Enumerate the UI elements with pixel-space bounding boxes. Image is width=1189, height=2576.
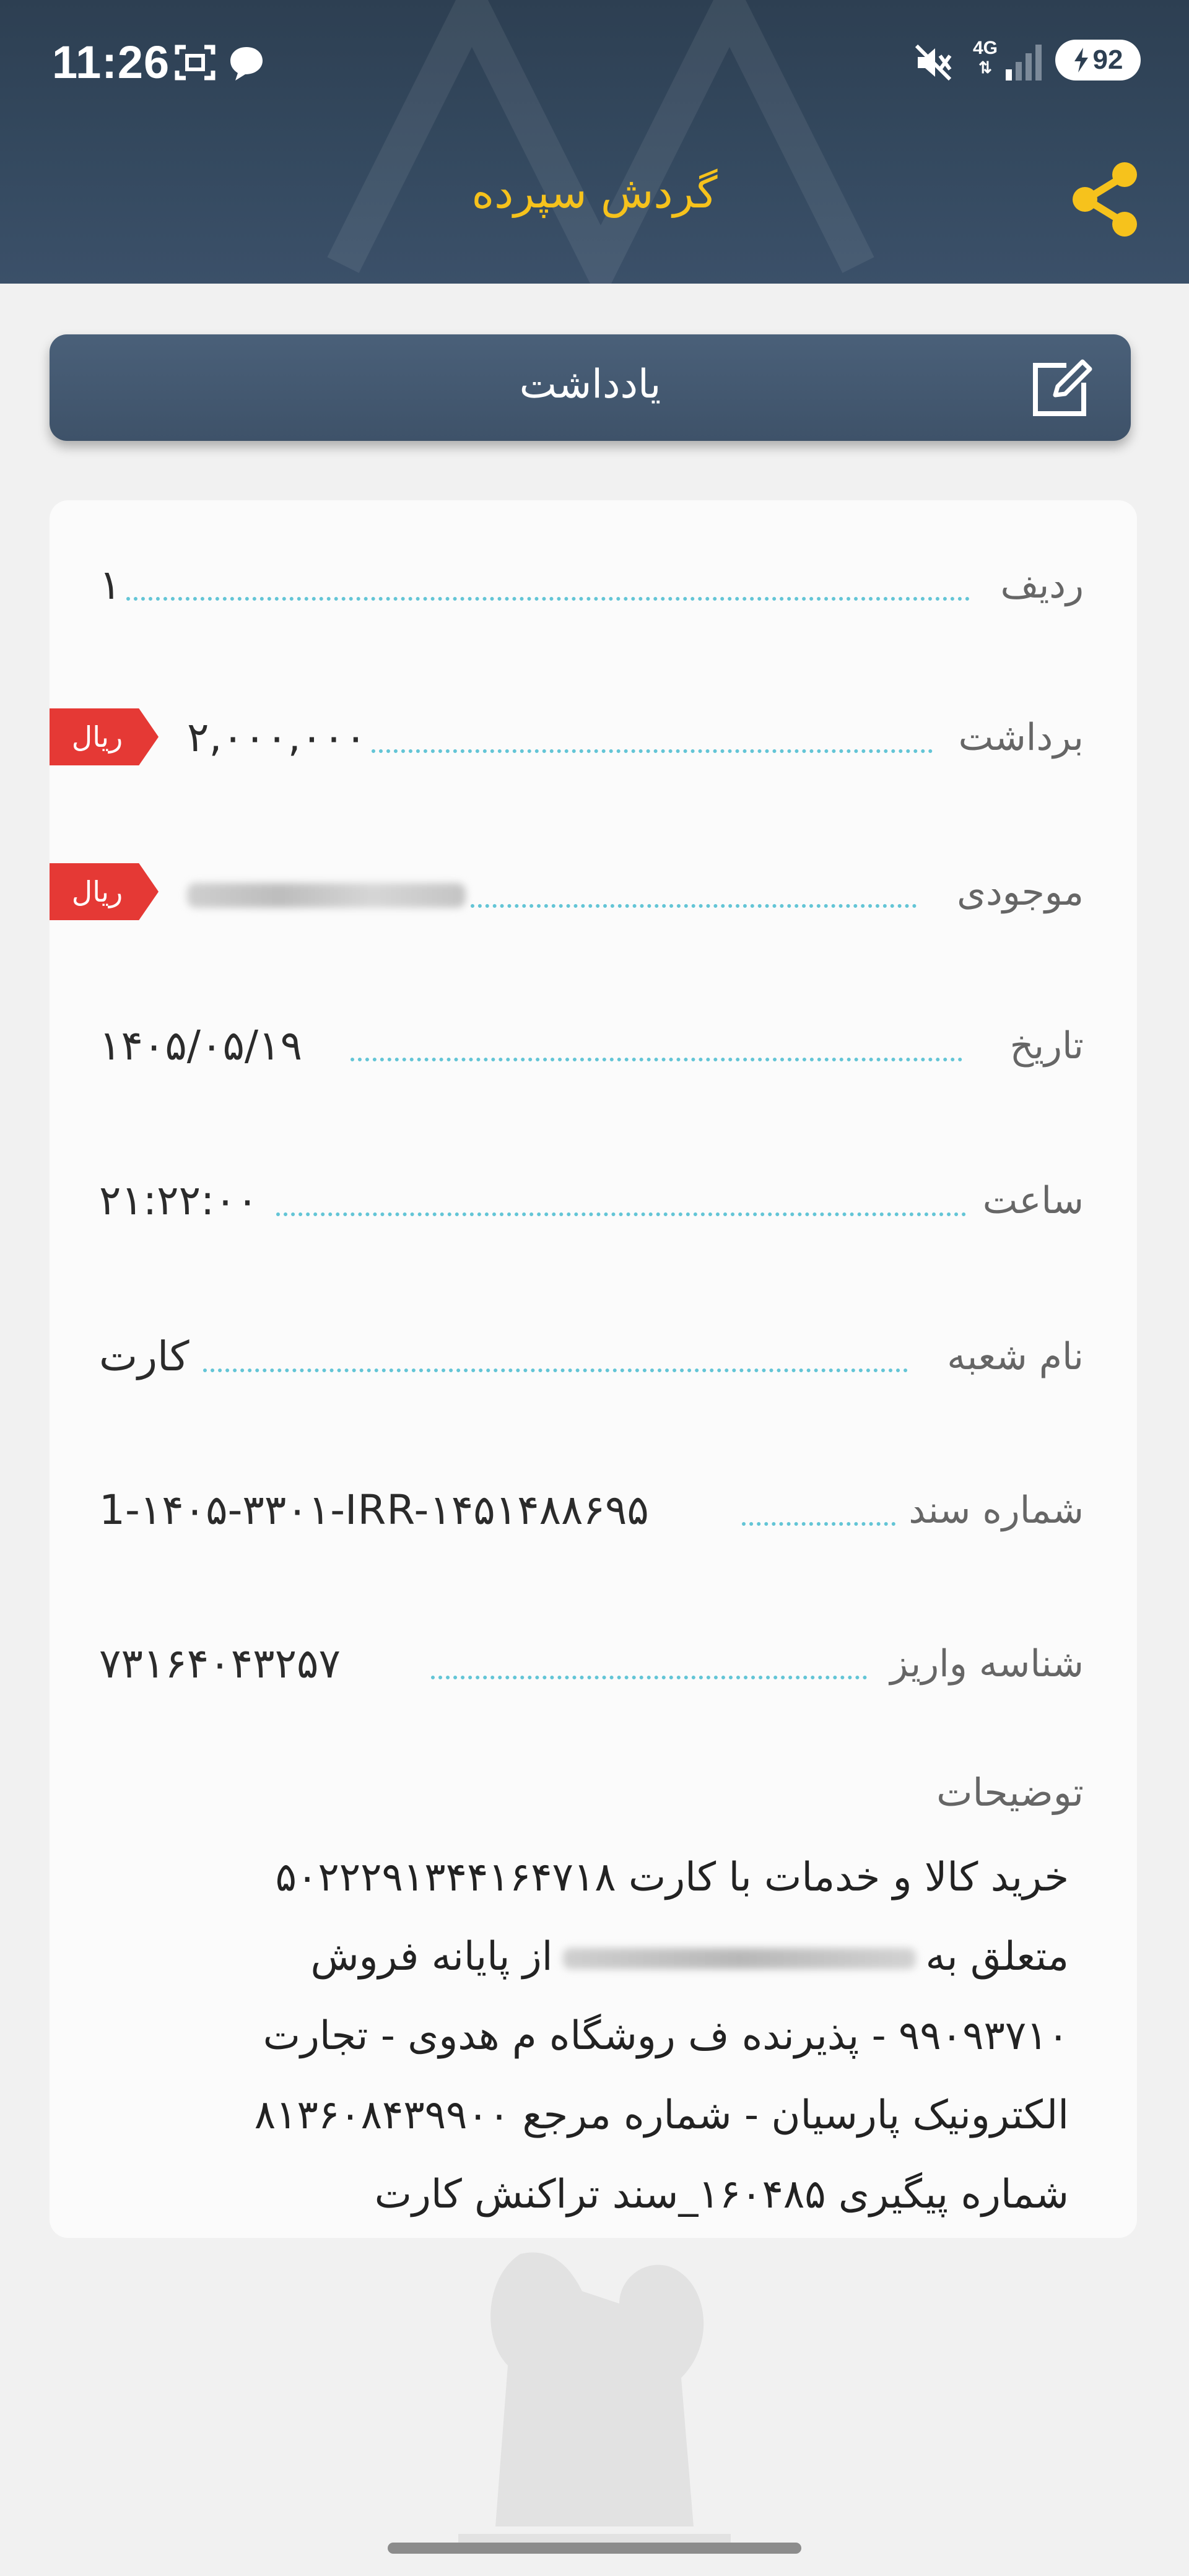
- network-type-label: 4G: [972, 38, 998, 58]
- row-dots: [276, 1212, 966, 1216]
- mute-icon: [915, 44, 952, 81]
- detail-value: ۲,۰۰۰,۰۰۰: [187, 713, 367, 761]
- chat-icon: [230, 47, 263, 80]
- edit-icon: [1033, 359, 1092, 416]
- row-dots: [431, 1676, 867, 1679]
- battery-indicator: 92: [1055, 40, 1141, 80]
- status-bar: 11:26 4G ⇅ 92: [0, 0, 1189, 124]
- row-dots: [372, 749, 933, 753]
- detail-row-branch-name: نام شعبه کارت: [50, 1321, 1137, 1396]
- page-title: گردش سپرده: [471, 167, 718, 218]
- row-dots: [471, 904, 917, 908]
- screenshot-icon: [175, 45, 216, 80]
- row-dots: [351, 1058, 962, 1061]
- detail-row-document-number: شماره سند 1-۱۴۰۵-۳۳۰۱-IRR-۱۴۵۱۴۸۸۶۹۵: [50, 1475, 1137, 1549]
- description-line: متعلق به از پایانه فروش: [103, 1917, 1069, 1996]
- detail-label: تاریخ: [1001, 1024, 1084, 1068]
- description-line: شماره پیگیری ۱۶۰۴۸۵_سند تراکنش کارت: [374, 2172, 1069, 2217]
- detail-label: ساعت: [973, 1179, 1084, 1222]
- transaction-details-card: ردیف ۱ ریال برداشت ۲,۰۰۰,۰۰۰ ریال موجودی…: [50, 500, 1137, 2238]
- merchant-redacted: [562, 1948, 916, 1970]
- detail-value: ۷۳۱۶۴۰۴۳۲۵۷: [99, 1640, 341, 1687]
- home-indicator[interactable]: [388, 2543, 801, 2554]
- detail-label: شماره سند: [900, 1489, 1084, 1532]
- detail-value: کارت: [99, 1333, 189, 1380]
- detail-label: موجودی: [948, 871, 1084, 914]
- detail-row-deposit-id: شناسه واریز ۷۳۱۶۴۰۴۳۲۵۷: [50, 1629, 1137, 1703]
- network-type: 4G ⇅: [970, 38, 1001, 82]
- currency-badge: ریال: [50, 708, 159, 765]
- detail-row-row-number: ردیف ۱: [50, 550, 1137, 624]
- detail-value: 1-۱۴۰۵-۳۳۰۱-IRR-۱۴۵۱۴۸۸۶۹۵: [99, 1486, 649, 1534]
- description-fragment: از پایانه فروش: [310, 1934, 553, 1980]
- battery-level: 92: [1092, 45, 1123, 75]
- row-dots: [126, 597, 970, 601]
- detail-row-withdrawal: ریال برداشت ۲,۰۰۰,۰۰۰: [50, 702, 1137, 777]
- row-dots: [742, 1522, 895, 1526]
- detail-row-date: تاریخ ۱۴۰۵/۰۵/۱۹: [50, 1011, 1137, 1085]
- signal-icon: [1006, 45, 1042, 80]
- note-button-label: یادداشت: [519, 362, 661, 407]
- detail-row-balance: ریال موجودی: [50, 857, 1137, 931]
- detail-value: ۲۱:۲۲:۰۰: [99, 1177, 259, 1224]
- detail-label: برداشت: [949, 716, 1084, 759]
- description-line: ۹۹۰۹۳۷۱۰ - پذیرنده ف روشگاه م هدوی - تجا…: [263, 2013, 1069, 2059]
- detail-row-time: ساعت ۲۱:۲۲:۰۰: [50, 1165, 1137, 1240]
- data-arrows-icon: ⇅: [978, 58, 992, 77]
- detail-label: ردیف: [991, 564, 1084, 607]
- detail-label: نام شعبه: [938, 1335, 1084, 1378]
- detail-label: شناسه واریز: [881, 1642, 1084, 1686]
- detail-value: ۱۴۰۵/۰۵/۱۹: [99, 1022, 303, 1069]
- currency-badge: ریال: [50, 863, 159, 920]
- status-time: 11:26: [52, 37, 170, 88]
- description-fragment: متعلق به: [925, 1934, 1069, 1980]
- share-icon[interactable]: [1063, 156, 1149, 243]
- note-button[interactable]: یادداشت: [50, 334, 1131, 441]
- app-header: 11:26 4G ⇅ 92 گردش سپرده: [0, 0, 1189, 284]
- description-line: خرید کالا و خدمات با کارت ۵۰۲۲۲۹۱۳۴۴۱۶۴۷…: [275, 1855, 1069, 1900]
- balance-redacted: [187, 883, 466, 908]
- description-text: خرید کالا و خدمات با کارت ۵۰۲۲۲۹۱۳۴۴۱۶۴۷…: [103, 1838, 1069, 2234]
- row-dots: [203, 1368, 908, 1372]
- description-line: الکترونیک پارسیان - شماره مرجع ۸۱۳۶۰۸۴۳۹…: [254, 2092, 1069, 2138]
- charging-icon: [1074, 48, 1088, 72]
- description-label: توضیحات: [936, 1770, 1084, 1815]
- bank-logo-watermark: [458, 2252, 731, 2546]
- detail-value: ۱: [99, 561, 121, 609]
